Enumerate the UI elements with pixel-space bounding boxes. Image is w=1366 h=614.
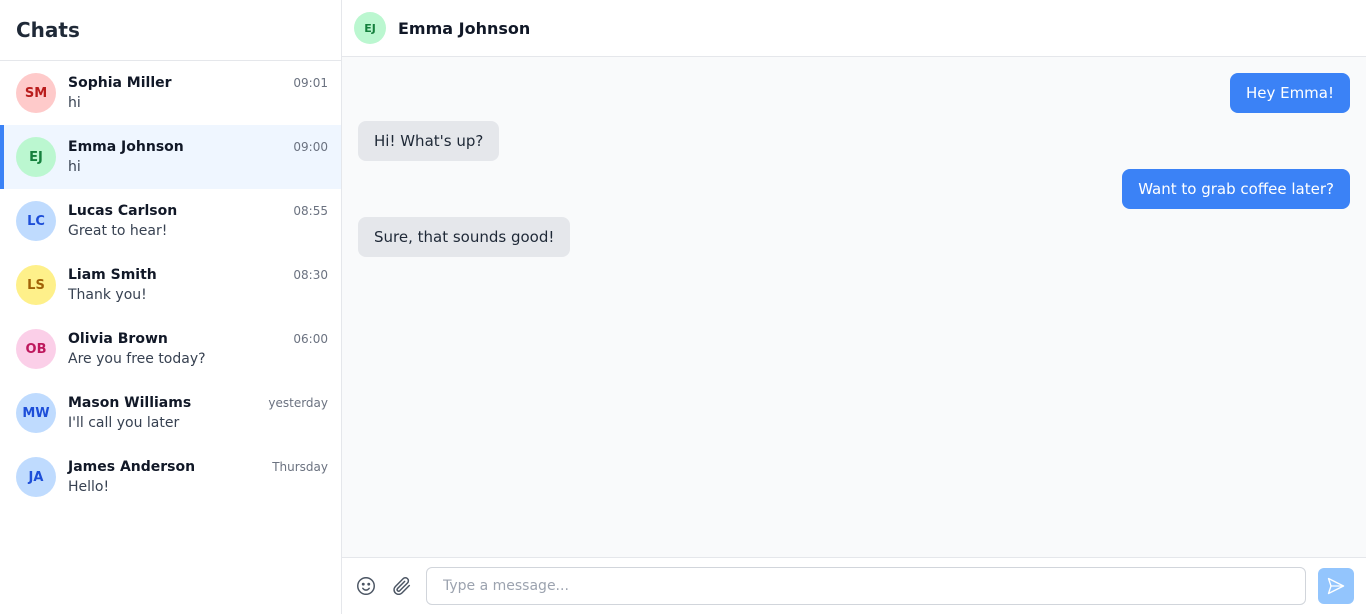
send-button[interactable] bbox=[1318, 568, 1354, 604]
chat-info: Liam Smith 08:30 Thank you! bbox=[68, 267, 328, 303]
contact-avatar: EJ bbox=[354, 12, 386, 44]
conversation-header: EJ Emma Johnson bbox=[342, 0, 1366, 57]
chat-time: Thursday bbox=[272, 460, 328, 474]
chat-preview: I'll call you later bbox=[68, 415, 180, 431]
incoming-message-bubble: Hi! What's up? bbox=[358, 121, 500, 161]
incoming-message-row: Hi! What's up? bbox=[358, 121, 1350, 161]
avatar: LC bbox=[16, 201, 56, 241]
emoji-button[interactable] bbox=[354, 574, 378, 598]
chat-name: Olivia Brown bbox=[68, 331, 168, 347]
message-input[interactable] bbox=[426, 567, 1306, 605]
incoming-message-row: Sure, that sounds good! bbox=[358, 217, 1350, 257]
chat-list-item[interactable]: EJ Emma Johnson 09:00 hi bbox=[0, 125, 341, 189]
chat-name: Liam Smith bbox=[68, 267, 157, 283]
paperclip-icon bbox=[393, 577, 411, 596]
outgoing-message-bubble: Hey Emma! bbox=[1229, 73, 1350, 113]
avatar: JA bbox=[16, 457, 56, 497]
chat-name: Mason Williams bbox=[68, 395, 192, 411]
chat-name: Emma Johnson bbox=[68, 139, 184, 155]
contact-name: Emma Johnson bbox=[398, 18, 531, 38]
chat-list-item[interactable]: OB Olivia Brown 06:00 Are you free today? bbox=[0, 317, 341, 381]
chat-top-row: Emma Johnson 09:00 bbox=[68, 139, 328, 155]
outgoing-message-row: Want to grab coffee later? bbox=[358, 169, 1350, 209]
chat-list: SM Sophia Miller 09:01 hi EJ Emma Johnson 09:0… bbox=[0, 61, 341, 509]
chat-preview: Great to hear! bbox=[68, 223, 168, 239]
avatar: SM bbox=[16, 73, 56, 113]
chat-info: Emma Johnson 09:00 hi bbox=[68, 139, 328, 175]
outgoing-message-row: Hey Emma! bbox=[358, 73, 1350, 113]
chat-time: 08:55 bbox=[293, 204, 328, 218]
chat-top-row: Sophia Miller 09:01 bbox=[68, 75, 328, 91]
chat-time: 06:00 bbox=[293, 332, 328, 346]
chat-preview: Thank you! bbox=[68, 287, 147, 303]
chat-name: Sophia Miller bbox=[68, 75, 172, 91]
paper-plane-send-icon bbox=[1327, 577, 1345, 595]
chat-time: 09:00 bbox=[293, 140, 328, 154]
chat-time: yesterday bbox=[268, 396, 328, 410]
chat-list-item[interactable]: LS Liam Smith 08:30 Thank you! bbox=[0, 253, 341, 317]
chat-list-item[interactable]: MW Mason Williams yesterday I'll call you l… bbox=[0, 381, 341, 445]
chat-list-item[interactable]: LC Lucas Carlson 08:55 Great to hear! bbox=[0, 189, 341, 253]
smiley-face-icon bbox=[357, 577, 375, 595]
chat-time: 08:30 bbox=[293, 268, 328, 282]
avatar: EJ bbox=[16, 137, 56, 177]
avatar: OB bbox=[16, 329, 56, 369]
chat-info: James Anderson Thursday Hello! bbox=[68, 459, 328, 495]
avatar: LS bbox=[16, 265, 56, 305]
attach-button[interactable] bbox=[390, 574, 414, 598]
sidebar-title: Chats bbox=[16, 18, 80, 42]
chat-name: James Anderson bbox=[68, 459, 196, 475]
chat-preview: Hello! bbox=[68, 479, 110, 495]
message-thread[interactable]: Hey Emma! Hi! What's up? Want to grab coff… bbox=[342, 57, 1366, 557]
chat-preview: hi bbox=[68, 95, 81, 111]
chat-top-row: Liam Smith 08:30 bbox=[68, 267, 328, 283]
chat-info: Olivia Brown 06:00 Are you free today? bbox=[68, 331, 328, 367]
chat-info: Sophia Miller 09:01 hi bbox=[68, 75, 328, 111]
chat-name: Lucas Carlson bbox=[68, 203, 178, 219]
chat-info: Lucas Carlson 08:55 Great to hear! bbox=[68, 203, 328, 239]
outgoing-message-bubble: Want to grab coffee later? bbox=[1122, 169, 1350, 209]
chat-top-row: Olivia Brown 06:00 bbox=[68, 331, 328, 347]
chat-top-row: Lucas Carlson 08:55 bbox=[68, 203, 328, 219]
chat-time: 09:01 bbox=[293, 76, 328, 90]
chat-preview: Are you free today? bbox=[68, 351, 206, 367]
conversation-panel: EJ Emma Johnson Hey Emma! Hi! What's up? W… bbox=[342, 0, 1366, 614]
avatar: MW bbox=[16, 393, 56, 433]
chat-preview: hi bbox=[68, 159, 81, 175]
chat-info: Mason Williams yesterday I'll call you lat… bbox=[68, 395, 328, 431]
sidebar-header: Chats bbox=[0, 0, 341, 61]
incoming-message-bubble: Sure, that sounds good! bbox=[358, 217, 571, 257]
message-composer bbox=[342, 557, 1366, 614]
chat-list-item[interactable]: SM Sophia Miller 09:01 hi bbox=[0, 61, 341, 125]
chat-top-row: Mason Williams yesterday bbox=[68, 395, 328, 411]
chat-sidebar: Chats SM Sophia Miller 09:01 hi EJ Emma Johns… bbox=[0, 0, 342, 614]
chat-list-item[interactable]: JA James Anderson Thursday Hello! bbox=[0, 445, 341, 509]
chat-top-row: James Anderson Thursday bbox=[68, 459, 328, 475]
